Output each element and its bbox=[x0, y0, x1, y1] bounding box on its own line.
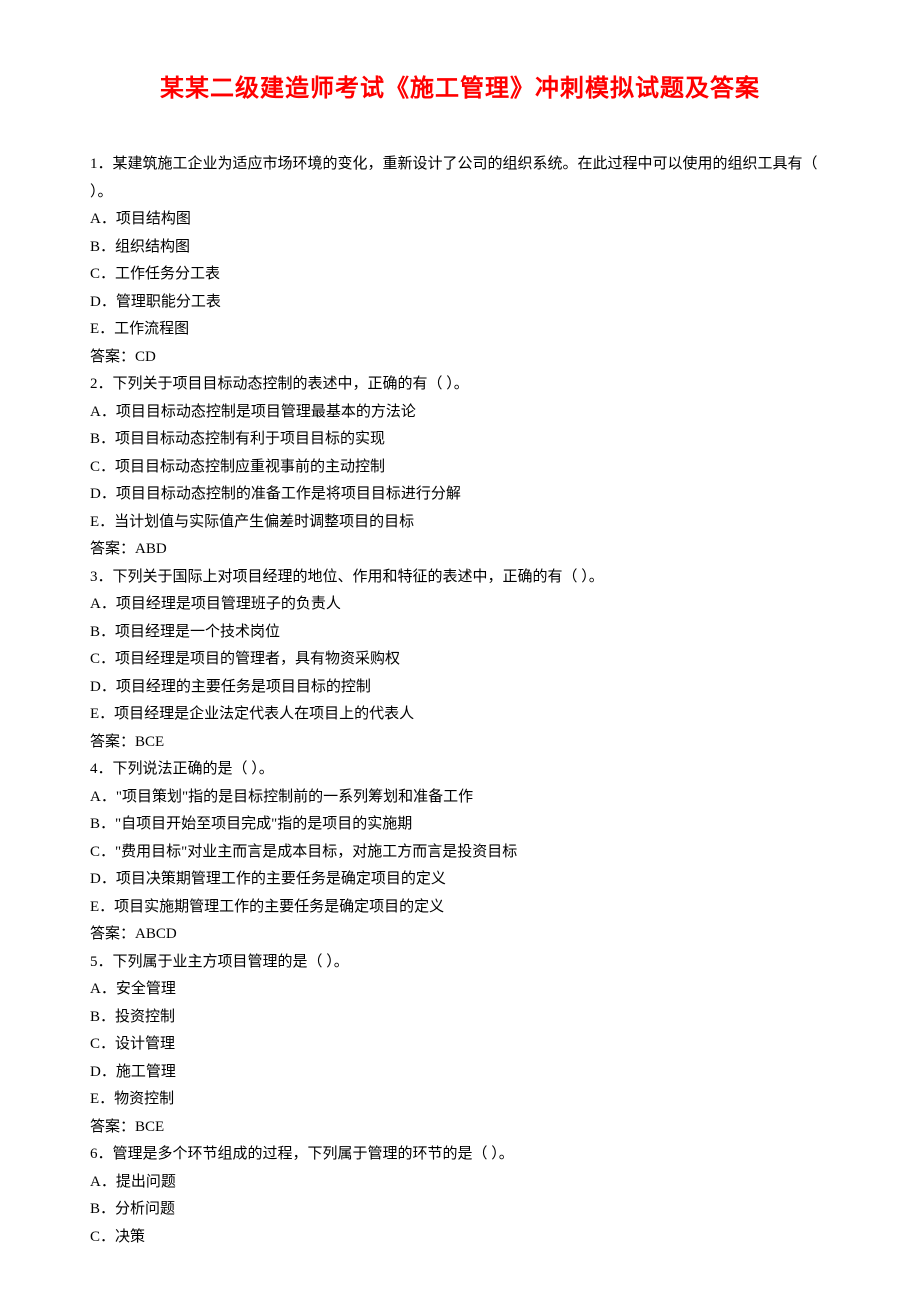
question-answer: 答案：ABD bbox=[90, 536, 830, 564]
question-stem: 3．下列关于国际上对项目经理的地位、作用和特征的表述中，正确的有（ ）。 bbox=[90, 564, 830, 592]
answer-value: BCE bbox=[135, 1119, 164, 1135]
answer-prefix: 答案： bbox=[90, 1119, 135, 1135]
question-option: D．项目目标动态控制的准备工作是将项目目标进行分解 bbox=[90, 481, 830, 509]
answer-prefix: 答案： bbox=[90, 734, 135, 750]
question-option: B．投资控制 bbox=[90, 1004, 830, 1032]
question-option: C．决策 bbox=[90, 1224, 830, 1252]
question-option: C．工作任务分工表 bbox=[90, 261, 830, 289]
question-answer: 答案：BCE bbox=[90, 1114, 830, 1142]
question-option: C．项目目标动态控制应重视事前的主动控制 bbox=[90, 454, 830, 482]
question-stem: 6．管理是多个环节组成的过程，下列属于管理的环节的是（ ）。 bbox=[90, 1141, 830, 1169]
question-option: A．"项目策划"指的是目标控制前的一系列筹划和准备工作 bbox=[90, 784, 830, 812]
question-option: E．当计划值与实际值产生偏差时调整项目的目标 bbox=[90, 509, 830, 537]
question-option: B．组织结构图 bbox=[90, 234, 830, 262]
question-answer: 答案：BCE bbox=[90, 729, 830, 757]
question-option: A．项目目标动态控制是项目管理最基本的方法论 bbox=[90, 399, 830, 427]
answer-value: CD bbox=[135, 349, 156, 365]
question-option: D．施工管理 bbox=[90, 1059, 830, 1087]
question-option: A．项目经理是项目管理班子的负责人 bbox=[90, 591, 830, 619]
question-option: C．"费用目标"对业主而言是成本目标，对施工方而言是投资目标 bbox=[90, 839, 830, 867]
question-option: E．物资控制 bbox=[90, 1086, 830, 1114]
question-option: D．项目决策期管理工作的主要任务是确定项目的定义 bbox=[90, 866, 830, 894]
answer-prefix: 答案： bbox=[90, 541, 135, 557]
question-option: E．工作流程图 bbox=[90, 316, 830, 344]
answer-value: BCE bbox=[135, 734, 164, 750]
answer-value: ABCD bbox=[135, 926, 177, 942]
question-option: C．项目经理是项目的管理者，具有物资采购权 bbox=[90, 646, 830, 674]
question-answer: 答案：ABCD bbox=[90, 921, 830, 949]
question-option: D．管理职能分工表 bbox=[90, 289, 830, 317]
question-option: B．项目经理是一个技术岗位 bbox=[90, 619, 830, 647]
question-option: E．项目经理是企业法定代表人在项目上的代表人 bbox=[90, 701, 830, 729]
question-option: B．项目目标动态控制有利于项目目标的实现 bbox=[90, 426, 830, 454]
question-stem: 4．下列说法正确的是（ ）。 bbox=[90, 756, 830, 784]
question-option: E．项目实施期管理工作的主要任务是确定项目的定义 bbox=[90, 894, 830, 922]
document-title: 某某二级建造师考试《施工管理》冲刺模拟试题及答案 bbox=[90, 68, 830, 103]
question-stem: 1．某建筑施工企业为适应市场环境的变化，重新设计了公司的组织系统。在此过程中可以… bbox=[90, 151, 830, 206]
question-option: B．分析问题 bbox=[90, 1196, 830, 1224]
question-answer: 答案：CD bbox=[90, 344, 830, 372]
question-option: D．项目经理的主要任务是项目目标的控制 bbox=[90, 674, 830, 702]
question-stem: 2．下列关于项目目标动态控制的表述中，正确的有（ ）。 bbox=[90, 371, 830, 399]
question-option: A．提出问题 bbox=[90, 1169, 830, 1197]
question-option: A．项目结构图 bbox=[90, 206, 830, 234]
question-option: A．安全管理 bbox=[90, 976, 830, 1004]
document-page: 某某二级建造师考试《施工管理》冲刺模拟试题及答案 1．某建筑施工企业为适应市场环… bbox=[0, 0, 920, 1291]
question-option: C．设计管理 bbox=[90, 1031, 830, 1059]
answer-prefix: 答案： bbox=[90, 926, 135, 942]
answer-prefix: 答案： bbox=[90, 349, 135, 365]
question-stem: 5．下列属于业主方项目管理的是（ ）。 bbox=[90, 949, 830, 977]
document-body: 1．某建筑施工企业为适应市场环境的变化，重新设计了公司的组织系统。在此过程中可以… bbox=[90, 151, 830, 1251]
answer-value: ABD bbox=[135, 541, 167, 557]
question-option: B．"自项目开始至项目完成"指的是项目的实施期 bbox=[90, 811, 830, 839]
